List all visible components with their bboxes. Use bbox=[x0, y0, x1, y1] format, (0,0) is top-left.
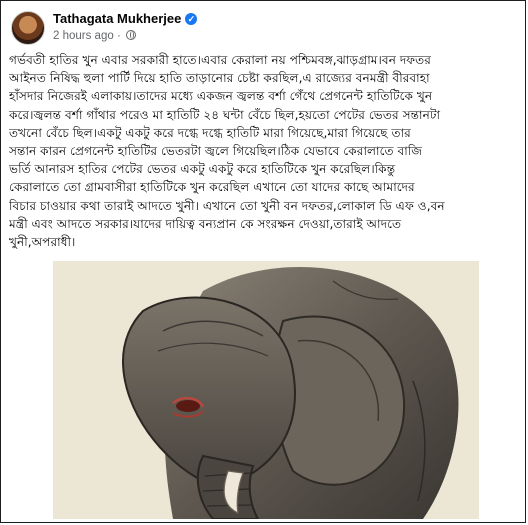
post-header: Tathagata Mukherjee ✓ 2 hours ago · bbox=[9, 9, 509, 49]
post-text-line: সন্তান কারন প্রেগনেন্ট হাতিটির ভেতরটা জ্… bbox=[9, 144, 423, 159]
post-text-line: গর্ভবতী হাতির খুন এবার সরকারী হাতে।এবার … bbox=[9, 53, 432, 67]
avatar[interactable] bbox=[11, 11, 45, 45]
post-text-line: তখনো বেঁচে ছিল।একটু একটু করে দগ্ধে দগ্ধে… bbox=[9, 125, 411, 140]
post-text-line: হাঁসদার নিজেরই এলাকায়।তাদের মধ্যে একজন … bbox=[9, 89, 433, 104]
post-time[interactable]: 2 hours ago bbox=[53, 30, 114, 42]
post-text-line: আইনত নিষিদ্ধ হুলা পার্টি দিয়ে হাতি তাড়… bbox=[9, 71, 430, 86]
meta-separator: · bbox=[116, 30, 121, 42]
elephant-illustration bbox=[53, 261, 479, 519]
post-text: গর্ভবতী হাতির খুন এবার সরকারী হাতে।এবার … bbox=[9, 51, 521, 251]
post-text-line: খুনী,অপরাধী। bbox=[9, 235, 76, 250]
post-card: Tathagata Mukherjee ✓ 2 hours ago · গর্ভব… bbox=[0, 0, 526, 523]
post-text-line: ভর্তি আনারস হাতির পেটের ভেতর একটু একটু ক… bbox=[9, 162, 396, 177]
post-image-elephant-illustration[interactable] bbox=[53, 261, 479, 519]
post-text-line: বিচার চাওয়ার কথা তারাই আদতে খুনী। এখানে… bbox=[9, 198, 445, 213]
author-name-row: Tathagata Mukherjee ✓ bbox=[53, 11, 198, 26]
post-meta: 2 hours ago · bbox=[53, 30, 136, 42]
author-name[interactable]: Tathagata Mukherjee bbox=[53, 11, 181, 26]
globe-icon[interactable] bbox=[126, 30, 136, 40]
post-text-line: করে।জ্বলন্ত বর্শা গাঁথার পরেও মা হাতিটি … bbox=[9, 107, 441, 122]
post-text-line: কেরালাতে তো গ্রামবাসীরা হাতিটিকে খুন করে… bbox=[9, 180, 415, 195]
post-text-line: মন্ত্রী এবং আদতে সরকার।যাদের দায়িত্ব বন… bbox=[9, 216, 402, 231]
verified-badge-icon: ✓ bbox=[185, 13, 198, 25]
